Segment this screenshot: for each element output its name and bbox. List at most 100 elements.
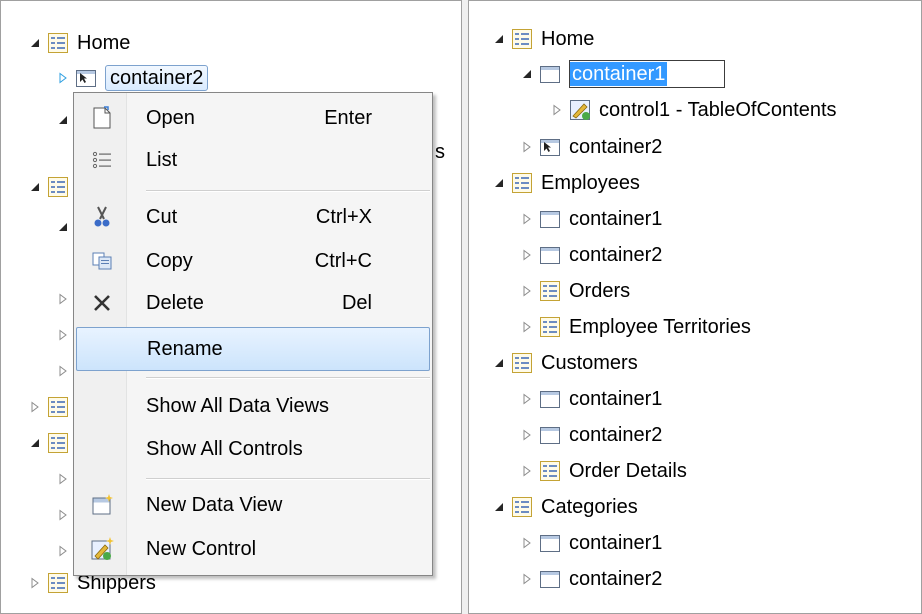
- container-icon: [75, 67, 97, 89]
- collapsed-arrow-icon[interactable]: [57, 509, 69, 521]
- data-view-icon: [47, 176, 69, 198]
- collapsed-arrow-icon[interactable]: [57, 293, 69, 305]
- tree-node-home[interactable]: Home: [29, 29, 130, 57]
- tree-node-label: container1: [569, 208, 663, 230]
- rename-input[interactable]: container1: [569, 60, 725, 88]
- container-icon: [539, 532, 561, 554]
- menu-item-new-control[interactable]: New Control: [76, 529, 430, 569]
- collapsed-arrow-icon[interactable]: [521, 213, 533, 225]
- collapsed-arrow-icon[interactable]: [57, 473, 69, 485]
- expanded-arrow-icon[interactable]: [493, 357, 505, 369]
- data-view-icon: [47, 432, 69, 454]
- tree-node-label: Employees: [541, 172, 640, 194]
- tree-node-container2[interactable]: container2: [521, 565, 662, 593]
- expanded-arrow-icon[interactable]: [29, 181, 41, 193]
- tree-node-label: control1 - TableOfContents: [599, 99, 837, 121]
- collapsed-arrow-icon[interactable]: [29, 401, 41, 413]
- tree-node-label: container2: [569, 244, 663, 266]
- collapsed-arrow-icon[interactable]: [521, 429, 533, 441]
- right-tree-pane[interactable]: Home container1 control1 - TableOfConten…: [468, 0, 922, 614]
- menu-item-shortcut: Ctrl+X: [315, 205, 372, 228]
- tree-node-home[interactable]: Home: [493, 25, 594, 53]
- container-icon: [539, 244, 561, 266]
- data-view-icon: [47, 396, 69, 418]
- menu-item-list[interactable]: List: [76, 140, 430, 180]
- container-icon: [539, 208, 561, 230]
- data-view-icon: [511, 496, 533, 518]
- tree-node-partial[interactable]: [29, 173, 77, 201]
- collapsed-arrow-icon[interactable]: [551, 104, 563, 116]
- tree-node-order-details[interactable]: Order Details: [521, 457, 687, 485]
- tree-node-partial[interactable]: [29, 429, 77, 457]
- collapsed-arrow-icon[interactable]: [57, 365, 69, 377]
- tree-node-container2[interactable]: container2: [57, 64, 209, 92]
- tree-node-container2[interactable]: container2: [521, 241, 662, 269]
- tree-node-container1-editing[interactable]: container1: [521, 60, 725, 88]
- tree-node-customers[interactable]: Customers: [493, 349, 638, 377]
- expanded-arrow-icon[interactable]: [57, 221, 69, 233]
- tree-node-container1[interactable]: container1: [521, 205, 662, 233]
- menu-item-label: List: [146, 148, 178, 171]
- menu-separator: [146, 478, 430, 480]
- collapsed-arrow-icon[interactable]: [521, 141, 533, 153]
- menu-item-label: Show All Controls: [146, 437, 303, 460]
- expanded-arrow-icon[interactable]: [29, 437, 41, 449]
- tree-node-label: Employee Territories: [569, 316, 751, 338]
- tree-node-orders[interactable]: Orders: [521, 277, 630, 305]
- tree-node-label-fragment: s: [435, 141, 445, 163]
- menu-item-label: Copy: [146, 249, 193, 272]
- rename-selected-text[interactable]: container1: [570, 62, 668, 86]
- menu-item-copy[interactable]: Copy Ctrl+C: [76, 241, 430, 281]
- tree-node-container2[interactable]: container2: [521, 133, 662, 161]
- data-view-icon: [539, 280, 561, 302]
- expanded-arrow-icon[interactable]: [521, 68, 533, 80]
- expanded-arrow-icon[interactable]: [493, 501, 505, 513]
- collapsed-arrow-icon[interactable]: [521, 393, 533, 405]
- control-icon: [569, 99, 591, 121]
- expanded-arrow-icon[interactable]: [493, 177, 505, 189]
- tree-node-label: Categories: [541, 496, 638, 518]
- expanded-arrow-icon[interactable]: [493, 33, 505, 45]
- tree-node-container1[interactable]: container1: [521, 529, 662, 557]
- collapsed-arrow-icon[interactable]: [521, 321, 533, 333]
- menu-item-show-all-data-views[interactable]: Show All Data Views: [76, 386, 430, 426]
- collapsed-arrow-icon[interactable]: [57, 329, 69, 341]
- collapsed-arrow-icon[interactable]: [521, 537, 533, 549]
- collapsed-arrow-icon[interactable]: [57, 72, 69, 84]
- menu-item-open[interactable]: Open Enter: [76, 98, 430, 138]
- container-icon: [539, 136, 561, 158]
- tree-node-partial-text: s: [435, 138, 445, 166]
- collapsed-arrow-icon[interactable]: [521, 465, 533, 477]
- tree-node-container1[interactable]: container1: [521, 385, 662, 413]
- collapsed-arrow-icon[interactable]: [521, 249, 533, 261]
- context-menu[interactable]: Open Enter List Cut Ctrl+X Copy Ctrl+C D…: [73, 92, 433, 576]
- menu-item-delete[interactable]: Delete Del: [76, 283, 430, 323]
- menu-item-show-all-controls[interactable]: Show All Controls: [76, 429, 430, 469]
- list-icon: [76, 150, 128, 170]
- new-control-icon: [76, 537, 128, 561]
- tree-node-label: container2: [569, 136, 663, 158]
- left-tree-pane[interactable]: Home container2 s Shippers Open Enter Li…: [0, 0, 462, 614]
- menu-item-cut[interactable]: Cut Ctrl+X: [76, 197, 430, 237]
- collapsed-arrow-icon[interactable]: [521, 573, 533, 585]
- tree-node-label: container2: [105, 65, 209, 91]
- data-view-icon: [511, 172, 533, 194]
- menu-item-new-data-view[interactable]: New Data View: [76, 485, 430, 525]
- collapsed-arrow-icon[interactable]: [29, 577, 41, 589]
- tree-node-employees[interactable]: Employees: [493, 169, 640, 197]
- expanded-arrow-icon[interactable]: [57, 114, 69, 126]
- tree-node-partial[interactable]: [29, 393, 77, 421]
- menu-item-label: Open: [146, 106, 195, 129]
- menu-item-label: Show All Data Views: [146, 394, 330, 417]
- tree-node-label: container2: [569, 568, 663, 590]
- collapsed-arrow-icon[interactable]: [57, 545, 69, 557]
- tree-node-control1[interactable]: control1 - TableOfContents: [551, 96, 837, 124]
- scissors-icon: [76, 205, 128, 229]
- menu-item-label: New Data View: [146, 493, 283, 516]
- tree-node-employee-territories[interactable]: Employee Territories: [521, 313, 751, 341]
- tree-node-categories[interactable]: Categories: [493, 493, 638, 521]
- tree-node-container2[interactable]: container2: [521, 421, 662, 449]
- expanded-arrow-icon[interactable]: [29, 37, 41, 49]
- menu-item-rename[interactable]: Rename: [76, 327, 430, 371]
- collapsed-arrow-icon[interactable]: [521, 285, 533, 297]
